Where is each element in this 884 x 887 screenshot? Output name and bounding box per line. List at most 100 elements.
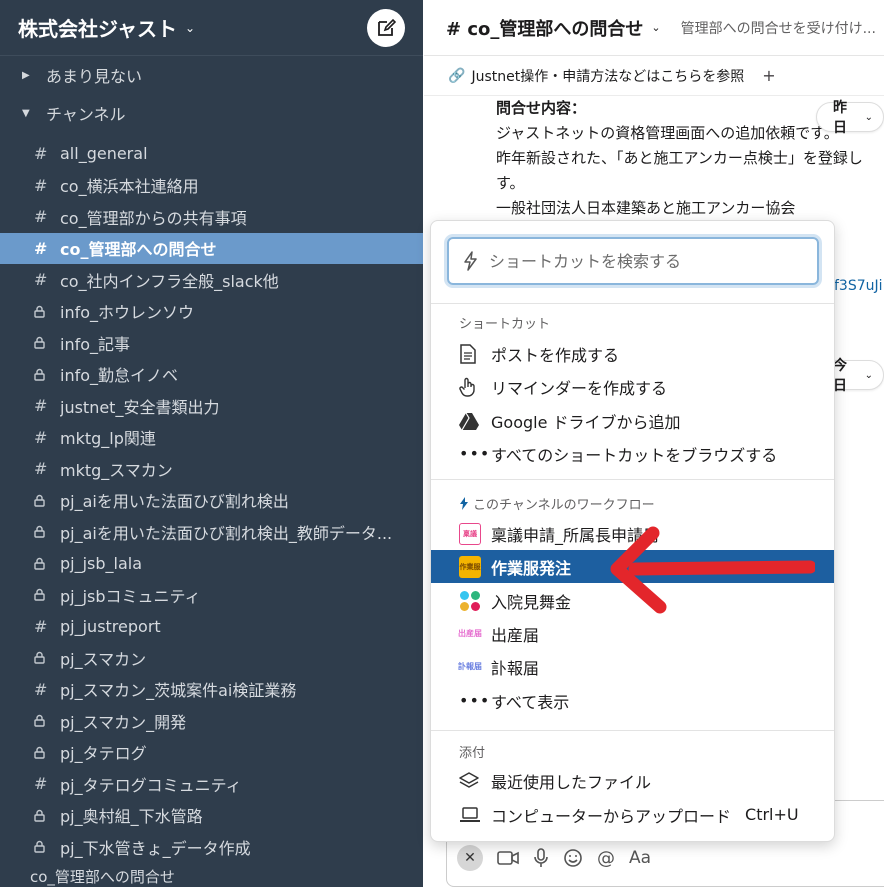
microphone-icon[interactable] <box>533 848 549 868</box>
sidebar-channel[interactable]: # all_general <box>0 138 423 170</box>
sidebar-channel[interactable]: # pj_タテログコミュニティ <box>0 768 423 800</box>
format-text-button[interactable]: Aa <box>629 848 651 868</box>
channel-label: pj_奥村組_下水管路 <box>60 807 203 827</box>
shortcut-google-drive[interactable]: Google ドライブから追加 <box>431 404 834 437</box>
section-label: このチャンネルのワークフロー <box>473 498 655 513</box>
lightning-icon <box>460 497 468 510</box>
sidebar-channel[interactable]: pj_aiを用いた法面ひび割れ検出 <box>0 485 423 517</box>
workflow-birth-notice[interactable]: 出産届 出産届 <box>431 617 834 650</box>
link-icon: 🔗 <box>448 67 466 84</box>
hash-icon: # <box>34 270 48 290</box>
section-channels[interactable]: ▼ チャンネル <box>0 94 423 132</box>
shortcut-search-box[interactable] <box>447 237 819 285</box>
sidebar-channel[interactable]: # justnet_安全書類出力 <box>0 390 423 422</box>
hash-icon: # <box>34 616 48 636</box>
sidebar-channel[interactable]: info_記事 <box>0 327 423 359</box>
shortcuts-section-title: ショートカット <box>459 317 551 332</box>
hash-icon: # <box>34 207 48 227</box>
sidebar-channel[interactable]: # mktg_スマカン <box>0 453 423 485</box>
sidebar-channel[interactable]: # co_管理部からの共有事項 <box>0 201 423 233</box>
mention-icon[interactable]: @ <box>597 848 615 869</box>
channel-topic[interactable]: 管理部への問合せを受け付け... <box>681 18 876 38</box>
workspace-name[interactable]: 株式会社ジャスト <box>18 13 177 42</box>
attach-upload-computer[interactable]: コンピューターからアップロード Ctrl+U <box>431 798 834 831</box>
workspace-header[interactable]: 株式会社ジャスト ⌄ <box>0 0 423 56</box>
sidebar-channel[interactable]: pj_jsbコミュニティ <box>0 579 423 611</box>
channel-label: mktg_スマカン <box>60 460 173 480</box>
channel-label: pj_jsbコミュニティ <box>60 586 201 606</box>
item-label: 訃報届 <box>491 658 540 678</box>
composer-toolbar: ✕ @ Aa <box>457 845 651 871</box>
video-icon[interactable] <box>497 850 519 866</box>
sidebar-channel[interactable]: # co_管理部への問合せ <box>0 232 423 264</box>
emoji-icon[interactable] <box>563 848 583 868</box>
channel-label: all_general <box>60 144 148 164</box>
lock-icon <box>34 746 60 759</box>
divider <box>431 479 834 480</box>
more-dots-icon: ••• <box>459 691 491 710</box>
channel-header: # co_管理部への問合せ ⌄ 管理部への問合せを受け付け... <box>424 0 884 56</box>
bookmark-bar: 🔗 Justnet操作・申請方法などはこちらを参照 + <box>424 56 884 96</box>
keyboard-shortcut: Ctrl+U <box>745 805 799 824</box>
hash-icon: # <box>34 774 48 794</box>
divider <box>431 730 834 731</box>
channel-label: pj_スマカン_開発 <box>60 712 187 732</box>
section-rarely-viewed[interactable]: ▶ あまり見ない <box>0 56 423 94</box>
sidebar-channel[interactable]: info_ホウレンソウ <box>0 296 423 328</box>
channel-label: info_記事 <box>60 334 131 354</box>
channel-label: pj_aiを用いた法面ひび割れ検出 <box>60 492 289 512</box>
annotation-arrow-icon <box>610 526 815 614</box>
channel-title[interactable]: # co_管理部への問合せ <box>446 15 643 41</box>
bookmark-link[interactable]: Justnet操作・申請方法などはこちらを参照 <box>471 66 744 86</box>
channel-label: mktg_lp関連 <box>60 429 156 449</box>
workflow-obituary[interactable]: 訃報届 訃報届 <box>431 650 834 683</box>
channel-list: # all_general # co_横浜本社連絡用 # co_管理部からの共有事項 # co… <box>0 138 423 863</box>
channel-label: pj_スマカン <box>60 649 147 669</box>
sidebar-channel[interactable]: pj_スマカン <box>0 642 423 674</box>
sidebar-channel[interactable]: pj_aiを用いた法面ひび割れ検出_教師データ... <box>0 516 423 548</box>
add-bookmark-button[interactable]: + <box>762 66 775 85</box>
item-label: すべてのショートカットをブラウズする <box>491 445 778 465</box>
channel-label: info_ホウレンソウ <box>60 303 195 323</box>
section-label: チャンネル <box>46 105 126 124</box>
date-divider-yesterday[interactable]: 昨日 ⌄ <box>816 100 884 136</box>
sidebar-channel[interactable]: # pj_justreport <box>0 611 423 643</box>
sidebar-channel[interactable]: pj_jsb_lala <box>0 548 423 580</box>
lock-icon <box>34 525 60 538</box>
compose-button[interactable] <box>367 9 405 47</box>
lock-icon <box>34 651 60 664</box>
sidebar-channel[interactable]: pj_タテログ <box>0 737 423 769</box>
sidebar-channel[interactable]: pj_奥村組_下水管路 <box>0 800 423 832</box>
workflow-show-all[interactable]: ••• すべて表示 <box>431 684 834 717</box>
shortcut-search-input[interactable] <box>489 251 789 271</box>
item-label: 出産届 <box>491 625 540 645</box>
message-line: 一般社団法人日本建築あと施工アンカー協会 <box>496 199 796 217</box>
sidebar-channel[interactable]: # co_横浜本社連絡用 <box>0 170 423 202</box>
channel-label: co_管理部への問合せ <box>60 240 217 260</box>
hash-icon: # <box>34 459 48 479</box>
lock-icon <box>34 714 60 727</box>
item-label: 作業服発注 <box>491 558 572 578</box>
sidebar-channel[interactable]: # pj_スマカン_茨城案件ai検証業務 <box>0 674 423 706</box>
item-label: すべて表示 <box>491 692 570 712</box>
sidebar-channel[interactable]: # mktg_lp関連 <box>0 422 423 454</box>
item-label: コンピューターからアップロード <box>491 806 732 826</box>
attach-recent-files[interactable]: 最近使用したファイル <box>431 764 834 797</box>
shortcut-create-post[interactable]: ポストを作成する <box>431 337 834 370</box>
chevron-down-icon: ⌄ <box>185 20 196 35</box>
sidebar-channel[interactable]: # co_社内インフラ全般_slack他 <box>0 264 423 296</box>
channel-label: pj_スマカン_茨城案件ai検証業務 <box>60 681 297 701</box>
shortcut-browse-all[interactable]: ••• すべてのショートカットをブラウズする <box>431 437 834 470</box>
caret-down-icon: ▼ <box>22 107 30 119</box>
lock-icon <box>34 809 60 822</box>
message-link[interactable]: f3S7uJi <box>834 278 883 294</box>
sidebar-channel[interactable]: pj_下水管きょ_データ作成 <box>0 831 423 863</box>
shortcut-create-reminder[interactable]: リマインダーを作成する <box>431 370 834 403</box>
sidebar-channel[interactable]: pj_スマカン_開発 <box>0 705 423 737</box>
channel-label: pj_タテログ <box>60 744 147 764</box>
channel-label: pj_justreport <box>60 616 161 636</box>
close-icon[interactable]: ✕ <box>457 845 483 871</box>
chevron-down-icon[interactable]: ⌄ <box>651 21 660 34</box>
sidebar-channel[interactable]: info_勤怠イノベ <box>0 359 423 391</box>
huddle-bar[interactable]: co_管理部への問合せ <box>0 865 423 887</box>
